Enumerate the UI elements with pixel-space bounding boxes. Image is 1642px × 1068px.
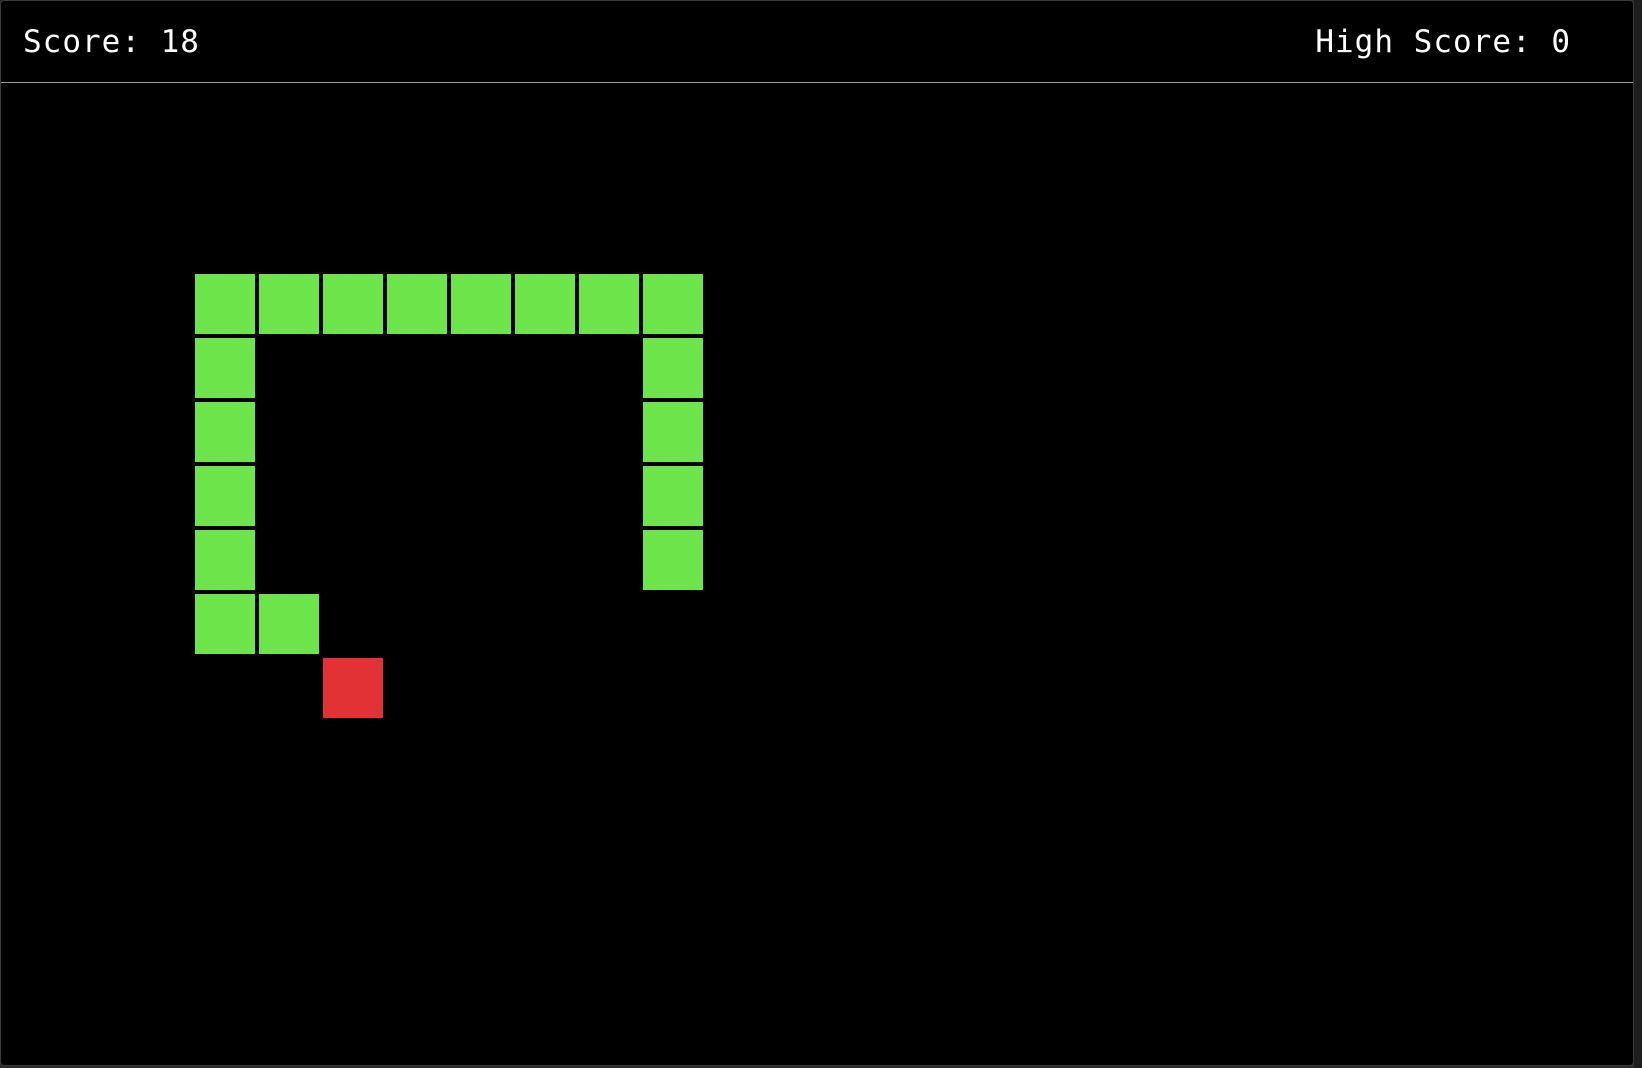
- snake-segment: [642, 465, 704, 527]
- snake-segment: [194, 401, 256, 463]
- snake-segment: [194, 337, 256, 399]
- snake-segment: [322, 273, 384, 335]
- snake-segment: [642, 273, 704, 335]
- snake-segment: [194, 273, 256, 335]
- snake-segment: [642, 401, 704, 463]
- game-window[interactable]: Score: 18 High Score: 0: [0, 0, 1634, 1066]
- snake-segment: [258, 593, 320, 655]
- game-board[interactable]: [1, 84, 1633, 1065]
- snake-segment: [194, 529, 256, 591]
- snake-segment: [194, 465, 256, 527]
- snake-segment: [194, 593, 256, 655]
- snake-segment: [450, 273, 512, 335]
- snake-segment: [258, 273, 320, 335]
- snake-segment: [386, 273, 448, 335]
- score-display: Score: 18: [23, 24, 200, 60]
- snake-segment: [514, 273, 576, 335]
- score-bar: Score: 18 High Score: 0: [1, 1, 1633, 83]
- snake-segment: [578, 273, 640, 335]
- high-score-display: High Score: 0: [1315, 24, 1571, 60]
- snake-segment: [642, 337, 704, 399]
- snake-segment: [642, 529, 704, 591]
- background-window-edge: [1634, 0, 1642, 1068]
- food-pellet: [322, 657, 384, 719]
